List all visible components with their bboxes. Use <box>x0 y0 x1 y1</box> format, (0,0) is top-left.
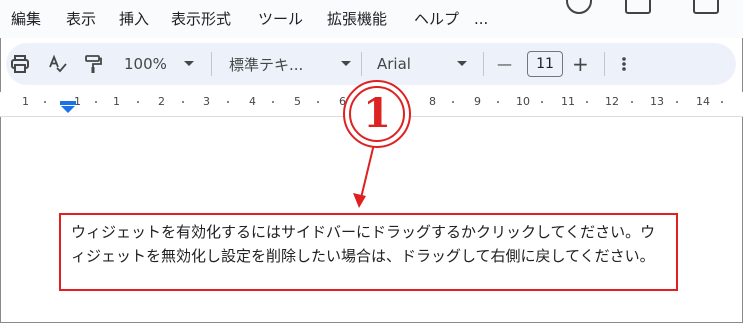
annotation-badge: 1 <box>343 80 411 148</box>
annotation-callout-text: ウィジェットを有効化するにはサイドバーにドラッグするかクリックしてください。ウィ… <box>71 223 656 265</box>
annotation-callout: ウィジェットを有効化するにはサイドバーにドラッグするかクリックしてください。ウィ… <box>59 213 678 291</box>
annotation-badge-number: 1 <box>363 90 391 137</box>
